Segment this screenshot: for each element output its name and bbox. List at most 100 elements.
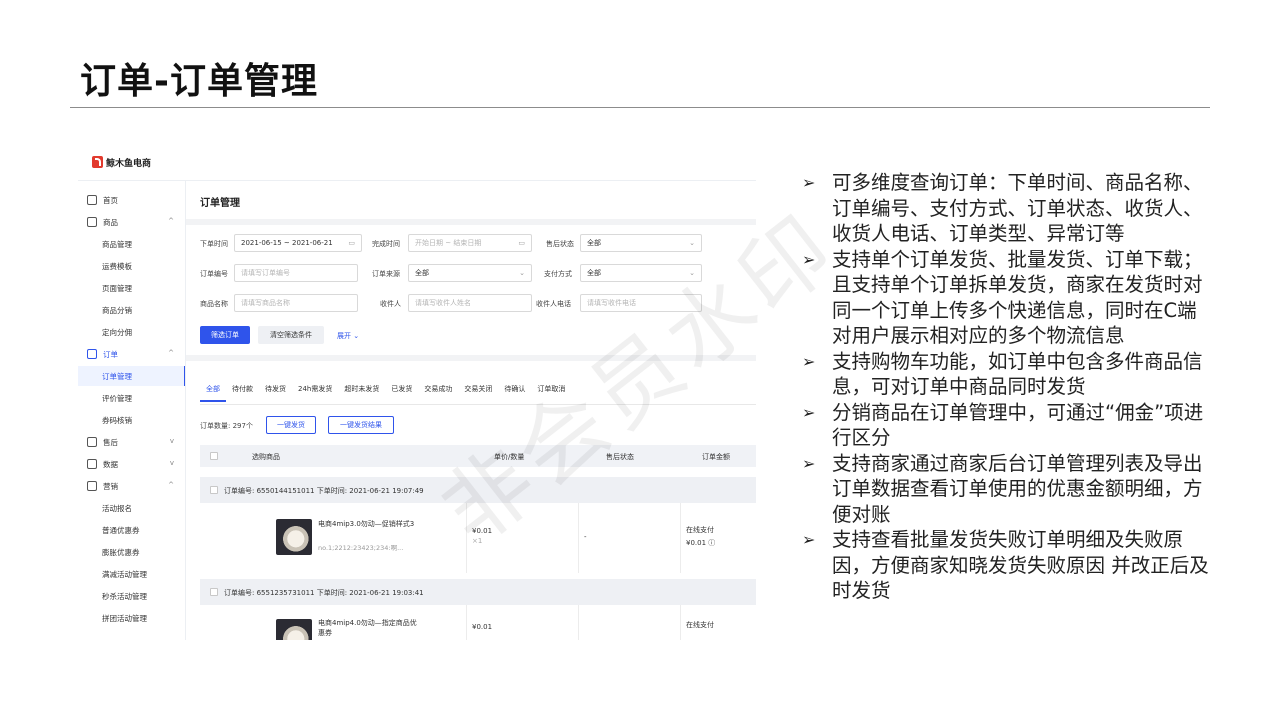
order-no-label: 订单编号 xyxy=(200,270,228,278)
feature-text: 支持单个订单发货、批量发货、订单下载；且支持单个订单拆单发货，商家在发货时对同一… xyxy=(832,247,1203,348)
tab-closed[interactable]: 交易关闭 xyxy=(458,382,498,402)
sidebar-item-marketing[interactable]: 营销 ^ xyxy=(78,476,186,496)
arrow-bullet-icon: ➢ xyxy=(802,453,816,473)
expand-filters-link[interactable]: 展开 ⌄ xyxy=(337,331,359,341)
sidebar-item-label: 售后 xyxy=(103,437,118,447)
product-thumbnail[interactable] xyxy=(276,619,312,640)
sidebar-item-products[interactable]: 商品 ^ xyxy=(78,212,186,232)
table-header: 选购商品 单价/数量 售后状态 订单金额 xyxy=(200,445,756,467)
chevron-down-icon: v xyxy=(169,437,174,445)
arrow-bullet-icon: ➢ xyxy=(802,249,816,269)
chevron-up-icon: ^ xyxy=(168,217,174,225)
sidebar-item-label: 页面管理 xyxy=(102,283,132,293)
order-icon xyxy=(87,349,97,359)
order-row: 电商4mip4.0勿动—指定商品优惠券 ¥0.01 在线支付 xyxy=(200,605,756,640)
cell-divider xyxy=(466,503,467,573)
arrow-bullet-icon: ➢ xyxy=(802,530,816,549)
sidebar-item-event-signup[interactable]: 活动报名 xyxy=(78,498,186,518)
calendar-icon: ▭ xyxy=(348,239,355,247)
sidebar-item-after-sale[interactable]: 售后 v xyxy=(78,432,186,452)
sidebar-item-home[interactable]: 首页 xyxy=(78,190,186,210)
order-checkbox[interactable] xyxy=(210,588,218,596)
feature-item: ➢ 支持购物车功能，如订单中包含多件商品信息，可对订单中商品同时发货 xyxy=(802,349,1212,400)
sidebar-item-label: 商品分销 xyxy=(102,305,132,315)
filter-orders-button[interactable]: 筛选订单 xyxy=(200,326,250,344)
sidebar-item-label: 商品管理 xyxy=(102,239,132,249)
column-header: 选购商品 xyxy=(252,453,280,461)
sidebar-item-group-buy-manage[interactable]: 拼团活动管理 xyxy=(78,608,186,628)
sidebar-item-orders[interactable]: 订单 ^ xyxy=(78,344,186,364)
finish-time-range[interactable]: 开始日期 ~ 结束日期 ▭ xyxy=(408,234,532,252)
tab-cancelled[interactable]: 订单取消 xyxy=(531,382,571,402)
tab-all[interactable]: 全部 xyxy=(200,382,226,402)
sidebar-item-review-manage[interactable]: 评价管理 xyxy=(78,388,186,408)
data-icon xyxy=(87,459,97,469)
sidebar-item-label: 数据 xyxy=(103,459,118,469)
arrow-bullet-icon: ➢ xyxy=(802,173,816,192)
sidebar-item-product-manage[interactable]: 商品管理 xyxy=(78,234,186,254)
product-thumbnail[interactable] xyxy=(276,519,312,555)
sidebar-item-expand-coupon[interactable]: 膨胀优惠券 xyxy=(78,542,186,562)
order-time-range[interactable]: 2021-06-15 ~ 2021-06-21 ▭ xyxy=(234,234,362,252)
product-name-input[interactable]: 请填写商品名称 xyxy=(234,294,358,312)
feature-text: 支持商家通过商家后台订单管理列表及导出订单数据查看订单使用的优惠金额明细，方便对… xyxy=(832,451,1203,526)
tab-success[interactable]: 交易成功 xyxy=(418,382,458,402)
column-header: 订单金额 xyxy=(702,453,730,461)
sidebar-item-label: 普通优惠券 xyxy=(102,525,140,535)
product-icon xyxy=(87,217,97,227)
tab-24h-ship[interactable]: 24h需发货 xyxy=(292,382,338,402)
sidebar-item-label: 营销 xyxy=(103,481,118,491)
sidebar-item-targeted-commission[interactable]: 定向分佣 xyxy=(78,322,186,342)
bulk-ship-result-button[interactable]: 一键发货结果 xyxy=(328,416,394,434)
order-time-label: 下单时间 xyxy=(200,240,228,248)
sidebar-item-label: 满减活动管理 xyxy=(102,569,147,579)
finish-time-label: 完成时间 xyxy=(372,240,400,248)
after-sale-select[interactable]: 全部 ⌄ xyxy=(580,234,702,252)
sidebar-item-flash-sale-manage[interactable]: 秒杀活动管理 xyxy=(78,586,186,606)
brand-logo: 鲸木鱼电商 xyxy=(92,154,151,170)
receiver-input[interactable]: 请填写收件人姓名 xyxy=(408,294,532,312)
sidebar-item-label: 订单管理 xyxy=(102,371,132,381)
phone-label: 收件人电话 xyxy=(536,300,571,308)
tab-pending-shipment[interactable]: 待发货 xyxy=(259,382,292,402)
tab-to-confirm[interactable]: 待确认 xyxy=(498,382,531,402)
sidebar-item-normal-coupon[interactable]: 普通优惠券 xyxy=(78,520,186,540)
sidebar-item-order-manage[interactable]: 订单管理 xyxy=(78,366,186,386)
receiver-placeholder: 请填写收件人姓名 xyxy=(415,299,471,307)
status-tabs: 全部 待付款 待发货 24h需发货 超时未发货 已发货 交易成功 交易关闭 待确… xyxy=(200,382,571,402)
sidebar-item-product-distribution[interactable]: 商品分销 xyxy=(78,300,186,320)
tab-pending-payment[interactable]: 待付款 xyxy=(226,382,259,402)
order-no-placeholder: 请填写订单编号 xyxy=(241,269,290,277)
sidebar-item-freight-template[interactable]: 运费模板 xyxy=(78,256,186,276)
sidebar-item-label: 膨胀优惠券 xyxy=(102,547,140,557)
order-checkbox[interactable] xyxy=(210,486,218,494)
order-no-input[interactable]: 请填写订单编号 xyxy=(234,264,358,282)
clear-filters-button[interactable]: 清空筛选条件 xyxy=(258,326,324,344)
sidebar-item-discount-manage[interactable]: 满减活动管理 xyxy=(78,564,186,584)
tab-shipped[interactable]: 已发货 xyxy=(385,382,418,402)
feature-item: ➢ 分销商品在订单管理中，可通过“佣金”项进行区分 xyxy=(802,400,1212,451)
phone-input[interactable]: 请填写收件电话 xyxy=(580,294,702,312)
cell-divider xyxy=(680,605,681,640)
sidebar-item-label: 评价管理 xyxy=(102,393,132,403)
sidebar-item-data[interactable]: 数据 v xyxy=(78,454,186,474)
product-name[interactable]: 电商4mip4.0勿动—指定商品优惠券 xyxy=(318,618,418,638)
sidebar-item-label: 首页 xyxy=(103,195,118,205)
sidebar-item-coupon-verify[interactable]: 券码核销 xyxy=(78,410,186,430)
pay-select[interactable]: 全部 ⌄ xyxy=(580,264,702,282)
tab-overdue[interactable]: 超时未发货 xyxy=(338,382,385,402)
quantity: ×1 xyxy=(472,537,483,545)
title-divider xyxy=(70,107,1210,108)
source-value: 全部 xyxy=(415,269,429,277)
sidebar-item-page-manage[interactable]: 页面管理 xyxy=(78,278,186,298)
product-name[interactable]: 电商4mip3.0勿动—促销样式3 xyxy=(318,519,418,529)
pay-method: 在线支付 xyxy=(686,526,714,534)
select-all-checkbox[interactable] xyxy=(210,452,218,460)
arrow-bullet-icon: ➢ xyxy=(802,351,816,371)
product-name-placeholder: 请填写商品名称 xyxy=(241,299,290,307)
chevron-up-icon: ^ xyxy=(168,349,174,357)
chevron-down-icon: ⌄ xyxy=(689,239,695,247)
cell-divider xyxy=(680,503,681,573)
bulk-ship-button[interactable]: 一键发货 xyxy=(266,416,316,434)
source-select[interactable]: 全部 ⌄ xyxy=(408,264,532,282)
